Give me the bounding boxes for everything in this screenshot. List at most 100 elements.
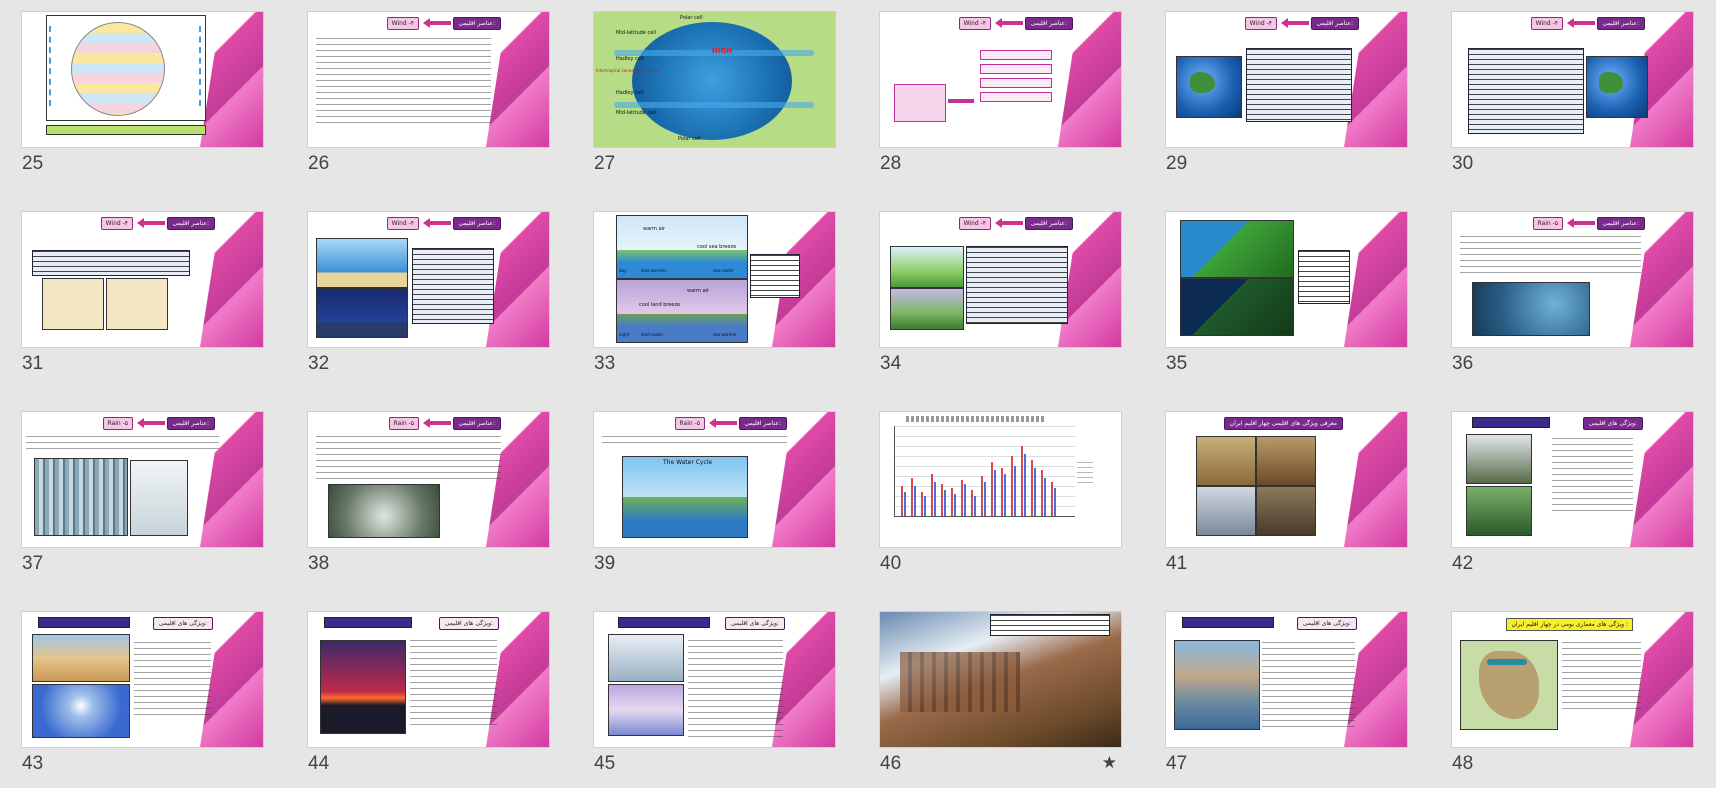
map-image <box>106 278 168 330</box>
globe-image <box>1176 56 1242 118</box>
slide-thumbnail-44[interactable]: ویژگی های اقلیمی: <box>308 612 549 747</box>
slide-thumbnail-36[interactable]: عناصر اقلیمی: Rain -۵ <box>1452 212 1693 347</box>
slide-thumbnail-31[interactable]: عناصر اقلیمی: Wind -۴ <box>22 212 263 347</box>
slide-thumbnail-33[interactable]: warm air cool sea breeze land warmer sea… <box>594 212 835 347</box>
slide-thumbnail-43[interactable]: ویژگی های اقلیمی: <box>22 612 263 747</box>
slide-cell[interactable]: 35 <box>1166 212 1407 388</box>
slide-thumbnail-30[interactable]: عناصر اقلیمی: Wind -۴ <box>1452 12 1693 147</box>
diagram-image <box>316 238 408 288</box>
arrow-icon <box>137 218 165 228</box>
arrow-icon <box>995 18 1023 28</box>
slide-cell[interactable]: ویژگی های اقلیمی: 43 <box>22 612 263 788</box>
slide-cell[interactable]: عناصر اقلیمی: Wind -۴ 26 <box>308 12 549 188</box>
arrow-icon <box>709 418 737 428</box>
slide-cell[interactable]: ویژگی های اقلیمی: 42 <box>1452 412 1693 588</box>
diagram-label: cool land breeze <box>639 302 681 308</box>
slide-thumbnail-26[interactable]: عناصر اقلیمی: Wind -۴ <box>308 12 549 147</box>
slide-thumbnail-38[interactable]: عناصر اقلیمی: Rain -۵ <box>308 412 549 547</box>
snow-photo <box>608 684 684 736</box>
slide-number: 27 <box>594 153 616 174</box>
diagram-label: sea warmer <box>713 332 737 337</box>
slide-cell[interactable]: عناصر اقلیمی: Wind -۴ 31 <box>22 212 263 388</box>
diagram-label: Polar cell <box>680 15 703 21</box>
slide-cell[interactable]: معرفی ویژگی های اقلیمی چهار اقلیم ایران … <box>1166 412 1407 588</box>
climate-photo <box>1466 486 1532 536</box>
animation-star-icon[interactable]: ★ <box>1102 753 1117 773</box>
slide-thumbnail-40[interactable] <box>880 412 1121 547</box>
slide-title: عناصر اقلیمی: <box>166 417 215 430</box>
slide-cell[interactable]: عناصر اقلیمی: Rain -۵ 37 <box>22 412 263 588</box>
slide-cell[interactable]: ویژگی های اقلیمی: 44 <box>308 612 549 788</box>
slide-thumbnail-25[interactable] <box>22 12 263 147</box>
slide-cell[interactable]: عناصر اقلیمی: Wind -۴ 30 <box>1452 12 1693 188</box>
slide-cell[interactable]: عناصر اقلیمی: Wind -۴ 28 <box>880 12 1121 188</box>
slide-subtitle: Wind -۴ <box>1244 17 1277 30</box>
slide-subtitle: Wind -۴ <box>1530 17 1563 30</box>
arrow-icon <box>995 218 1023 228</box>
slide-subtitle-bar <box>618 617 710 628</box>
slide-cell[interactable]: ویژگی های معماری بومی در چهار اقلیم ایرا… <box>1452 612 1693 788</box>
slide-cell[interactable]: ویژگی های اقلیمی: 47 <box>1166 612 1407 788</box>
slide-cell[interactable]: Polar cell Mid-latitude cell HIGH Hadley… <box>594 12 835 188</box>
slide-thumbnail-42[interactable]: ویژگی های اقلیمی: <box>1452 412 1693 547</box>
slide-cell[interactable]: 46 ★ <box>880 612 1121 788</box>
slide-cell[interactable]: عناصر اقلیمی: Rain -۵ 38 <box>308 412 549 588</box>
slide-subtitle-bar <box>1472 417 1550 428</box>
slide-title: ویژگی های اقلیمی: <box>1296 617 1357 630</box>
slide-cell[interactable]: ویژگی های اقلیمی: 45 <box>594 612 835 788</box>
slide-cell[interactable]: 40 <box>880 412 1121 588</box>
slide-number: 41 <box>1166 553 1188 574</box>
slide-decoration <box>1630 212 1693 347</box>
slide-thumbnail-48[interactable]: ویژگی های معماری بومی در چهار اقلیم ایرا… <box>1452 612 1693 747</box>
slide-subtitle: Rain -۵ <box>388 417 419 430</box>
slide-text-lines <box>1262 642 1355 731</box>
slide-cell[interactable]: 25 <box>22 12 263 188</box>
arrow-icon <box>1567 18 1595 28</box>
arrow-icon <box>137 418 165 428</box>
slide-decoration <box>772 412 835 547</box>
slide-decoration <box>200 412 263 547</box>
night-breeze-image: cool land breeze warm air land cooler se… <box>616 279 748 343</box>
slide-cell[interactable]: عناصر اقلیمی: Wind -۴ 29 <box>1166 12 1407 188</box>
diagram-label: Mid-latitude cell <box>616 30 657 36</box>
slide-cell[interactable]: warm air cool sea breeze land warmer sea… <box>594 212 835 388</box>
diagram-image <box>316 288 408 338</box>
slide-thumbnail-27[interactable]: Polar cell Mid-latitude cell HIGH Hadley… <box>594 12 835 147</box>
slide-cell[interactable]: عناصر اقلیمی: Rain -۵ The Water Cycle 39 <box>594 412 835 588</box>
slide-cell[interactable]: عناصر اقلیمی: Rain -۵ 36 <box>1452 212 1693 388</box>
slide-number: 34 <box>880 353 902 374</box>
slide-cell[interactable]: عناصر اقلیمی: Wind -۴ 34 <box>880 212 1121 388</box>
slide-decoration <box>1630 412 1693 547</box>
slide-text-box <box>750 254 800 298</box>
slide-title: عناصر اقلیمی: <box>452 417 501 430</box>
diagram-label: Polar cell <box>678 136 701 142</box>
slide-number: 38 <box>308 553 330 574</box>
diagram-label: night <box>619 332 630 337</box>
slide-thumbnail-47[interactable]: ویژگی های اقلیمی: <box>1166 612 1407 747</box>
slide-cell[interactable]: عناصر اقلیمی: Wind -۴ 32 <box>308 212 549 388</box>
slide-text-lines <box>26 436 219 453</box>
slide-thumbnail-29[interactable]: عناصر اقلیمی: Wind -۴ <box>1166 12 1407 147</box>
slide-thumbnail-39[interactable]: عناصر اقلیمی: Rain -۵ The Water Cycle <box>594 412 835 547</box>
diagram-label: land cooler <box>641 332 664 337</box>
iran-map-image <box>1460 640 1558 730</box>
slide-text-lines <box>1552 438 1633 511</box>
slide-thumbnail-45[interactable]: ویژگی های اقلیمی: <box>594 612 835 747</box>
slide-title: ویژگی های معماری بومی در چهار اقلیم ایرا… <box>1506 618 1633 631</box>
slide-thumbnail-32[interactable]: عناصر اقلیمی: Wind -۴ <box>308 212 549 347</box>
slide-number: 29 <box>1166 153 1188 174</box>
slide-thumbnail-28[interactable]: عناصر اقلیمی: Wind -۴ <box>880 12 1121 147</box>
desert-photo <box>32 634 130 682</box>
slide-title: عناصر اقلیمی: <box>1596 217 1645 230</box>
slide-thumbnail-37[interactable]: عناصر اقلیمی: Rain -۵ <box>22 412 263 547</box>
slide-subtitle-bar <box>1182 617 1274 628</box>
slide-decoration <box>1344 412 1407 547</box>
slide-thumbnail-34[interactable]: عناصر اقلیمی: Wind -۴ <box>880 212 1121 347</box>
slide-number: 43 <box>22 753 44 774</box>
sun-photo <box>32 684 130 738</box>
slide-text-lines <box>410 640 497 729</box>
diagram-image <box>890 288 964 330</box>
slide-thumbnail-35[interactable] <box>1166 212 1407 347</box>
slide-thumbnail-41[interactable]: معرفی ویژگی های اقلیمی چهار اقلیم ایران <box>1166 412 1407 547</box>
slide-thumbnail-46[interactable] <box>880 612 1121 747</box>
